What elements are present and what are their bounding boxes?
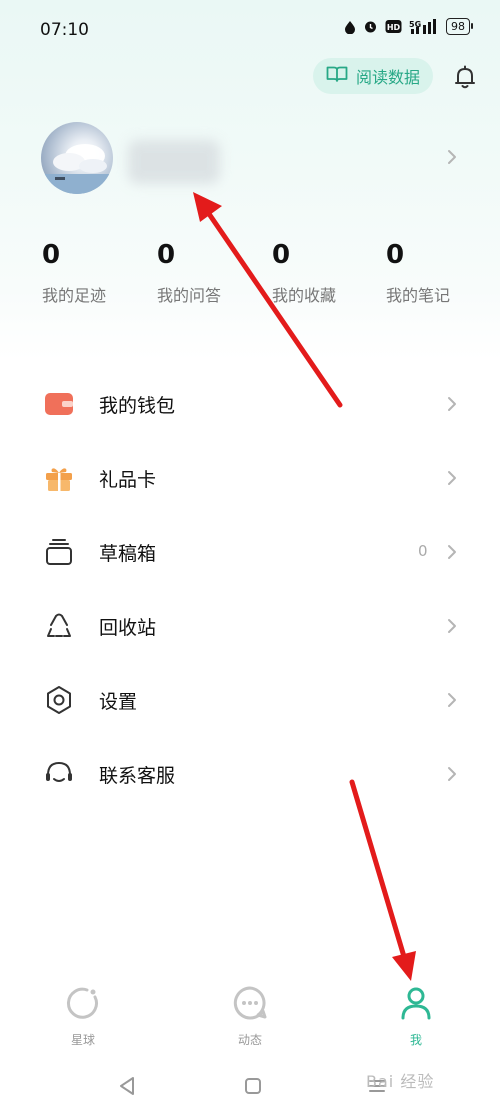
stat-questions[interactable]: 0 我的问答: [157, 240, 267, 306]
tab-activity[interactable]: 动态: [205, 985, 295, 1048]
menu-label: 我的钱包: [99, 395, 176, 417]
tab-planet[interactable]: 星球: [38, 985, 128, 1048]
tab-label: 我: [409, 1033, 422, 1047]
menu-label: 礼品卡: [99, 469, 157, 491]
status-time: 07:10: [40, 20, 89, 40]
stat-value: 0: [386, 240, 405, 270]
menu-label: 设置: [99, 691, 138, 713]
menu-item-customer-service[interactable]: 联系客服: [0, 743, 500, 803]
menu-label: 草稿箱: [99, 543, 157, 565]
arrow-to-me-tab: [349, 779, 416, 981]
signal-5g-icon: 5G: [409, 18, 439, 35]
status-icons: HD 5G 98: [344, 18, 473, 35]
svg-text:5G: 5G: [409, 20, 421, 29]
chevron-right-icon: [446, 395, 458, 417]
read-data-button[interactable]: 阅读数据: [313, 58, 433, 94]
stat-label: 我的足迹: [42, 286, 107, 305]
username-blurred: [128, 140, 220, 184]
stat-label: 我的问答: [157, 286, 222, 305]
menu-item-drafts[interactable]: 草稿箱 0: [0, 521, 500, 581]
planet-icon: [65, 987, 101, 1025]
notification-bell-icon[interactable]: [452, 64, 478, 90]
chevron-right-icon: [446, 617, 458, 639]
stat-favorites[interactable]: 0 我的收藏: [272, 240, 382, 306]
status-bar: 07:10 HD 5G 98: [0, 0, 500, 60]
recycle-icon: [44, 611, 74, 641]
menu-label: 联系客服: [99, 765, 176, 787]
person-icon: [398, 987, 434, 1025]
stat-value: 0: [272, 240, 291, 270]
stat-footprints[interactable]: 0 我的足迹: [42, 240, 152, 306]
menu-item-recycle-bin[interactable]: 回收站: [0, 595, 500, 655]
stat-label: 我的笔记: [386, 286, 451, 305]
baidu-watermark: Bai 经验: [366, 1072, 435, 1091]
gift-icon: [44, 463, 74, 493]
drop-icon: [344, 20, 356, 34]
read-data-label: 阅读数据: [355, 68, 420, 87]
stat-notes[interactable]: 0 我的笔记: [386, 240, 496, 306]
chat-icon: [232, 986, 268, 1025]
headset-icon: [44, 759, 74, 789]
battery-indicator: 98: [446, 18, 473, 35]
profile-chevron-right-icon[interactable]: [446, 147, 458, 171]
drafts-icon: [44, 537, 74, 567]
stat-label: 我的收藏: [272, 286, 337, 305]
bottom-tab-bar: 星球 动态 我: [0, 985, 500, 1055]
stat-value: 0: [157, 240, 176, 270]
tab-label: 星球: [70, 1033, 95, 1047]
menu-item-wallet[interactable]: 我的钱包: [0, 373, 500, 433]
menu-item-settings[interactable]: 设置: [0, 669, 500, 729]
stat-value: 0: [42, 240, 61, 270]
menu-value: 0: [418, 542, 428, 560]
svg-text:HD: HD: [387, 23, 401, 32]
chevron-right-icon: [446, 765, 458, 787]
chevron-right-icon: [446, 469, 458, 491]
tab-label: 动态: [237, 1033, 262, 1047]
menu-label: 回收站: [99, 617, 157, 639]
alarm-icon: [363, 19, 378, 34]
book-icon: [326, 65, 348, 87]
chevron-right-icon: [446, 691, 458, 713]
stats-row: 0 我的足迹 0 我的问答 0 我的收藏 0 我的笔记: [0, 240, 500, 320]
wallet-icon: [44, 389, 74, 419]
avatar[interactable]: [41, 122, 113, 194]
back-triangle-icon[interactable]: [118, 1076, 136, 1100]
home-square-icon[interactable]: [244, 1077, 262, 1099]
chevron-right-icon: [446, 543, 458, 565]
tab-me[interactable]: 我: [371, 985, 461, 1048]
settings-icon: [44, 685, 74, 715]
hd-icon: HD: [385, 19, 402, 34]
menu-item-gift-card[interactable]: 礼品卡: [0, 447, 500, 507]
